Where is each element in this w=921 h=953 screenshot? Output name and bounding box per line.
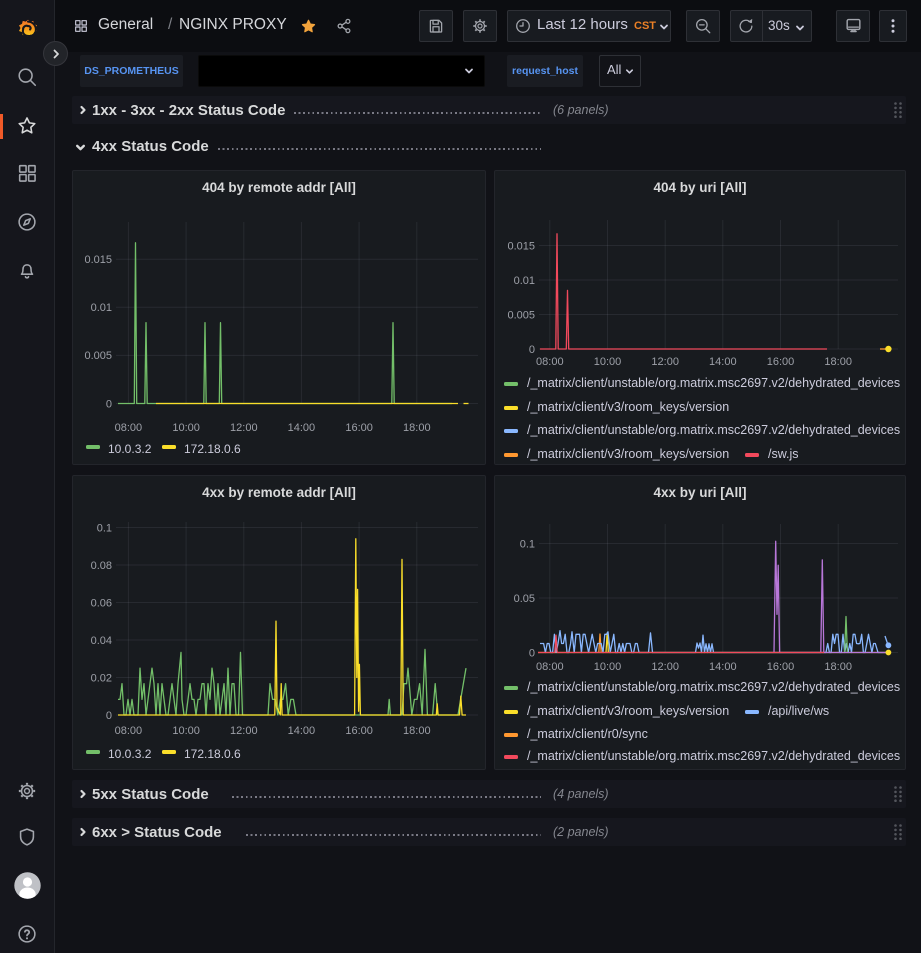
svg-text:10:00: 10:00 [172,422,200,434]
svg-text:16:00: 16:00 [345,422,373,434]
svg-text:0.005: 0.005 [84,350,112,362]
svg-text:10:00: 10:00 [172,725,200,737]
svg-text:0.1: 0.1 [97,522,112,534]
svg-text:0: 0 [106,398,112,410]
svg-text:08:00: 08:00 [115,422,143,434]
svg-text:18:00: 18:00 [403,422,431,434]
svg-text:14:00: 14:00 [288,725,316,737]
svg-text:0.015: 0.015 [84,254,112,266]
svg-text:0.02: 0.02 [91,672,112,684]
svg-text:0.04: 0.04 [91,635,112,647]
svg-text:0.06: 0.06 [91,597,112,609]
svg-text:14:00: 14:00 [288,422,316,434]
svg-text:18:00: 18:00 [403,725,431,737]
svg-text:0.01: 0.01 [91,302,112,314]
svg-text:12:00: 12:00 [230,725,258,737]
svg-text:0: 0 [106,710,112,722]
svg-text:0.08: 0.08 [91,560,112,572]
svg-text:08:00: 08:00 [115,725,143,737]
svg-text:12:00: 12:00 [230,422,258,434]
svg-text:16:00: 16:00 [345,725,373,737]
